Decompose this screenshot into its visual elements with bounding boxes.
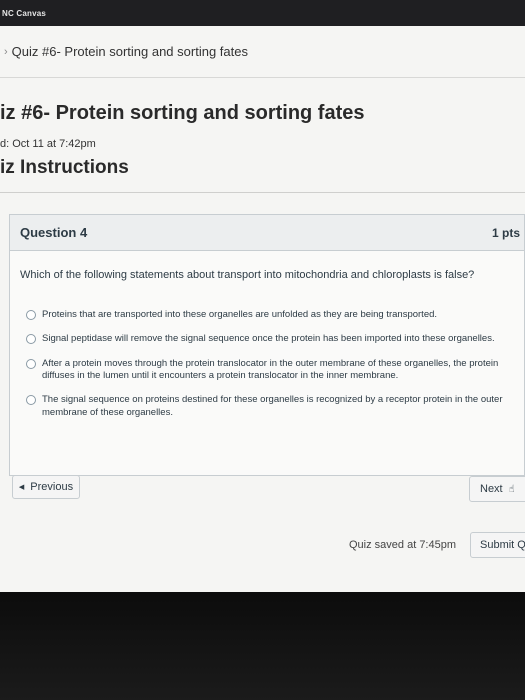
- window-title: NC Canvas: [2, 9, 47, 18]
- radio-button[interactable]: [26, 310, 36, 320]
- submit-quiz-button[interactable]: Submit Q: [470, 532, 525, 558]
- radio-button[interactable]: [26, 334, 36, 345]
- caret-left-icon: ◀: [18, 484, 25, 491]
- hand-cursor-icon: ☝: [508, 483, 515, 495]
- radio-button[interactable]: [26, 358, 36, 369]
- answer-label: Proteins that are transported into these…: [42, 309, 438, 320]
- question-number: Question 4: [20, 225, 88, 240]
- answer-label: Signal peptidase will remove the signal …: [42, 333, 495, 345]
- answer-label: The signal sequence on proteins destined…: [42, 394, 503, 418]
- answer-option[interactable]: Proteins that are transported into these…: [26, 309, 516, 321]
- due-date: d: Oct 11 at 7:42pm: [0, 138, 96, 150]
- previous-button[interactable]: ◀ Previous: [12, 475, 80, 499]
- instructions-heading: iz Instructions: [0, 157, 129, 178]
- answer-option[interactable]: The signal sequence on proteins destined…: [26, 394, 516, 419]
- monitor-bezel: [0, 592, 525, 700]
- quiz-saved-status: Quiz saved at 7:45pm: [349, 539, 457, 551]
- previous-label: Previous: [30, 481, 74, 493]
- next-button[interactable]: Next ☝: [469, 476, 525, 502]
- answer-label: After a protein moves through the protei…: [42, 357, 499, 382]
- question-card: Question 4 1 pts Which of the following …: [9, 214, 525, 476]
- page-title: iz #6- Protein sorting and sorting fates: [0, 102, 365, 124]
- question-points: 1 pts: [491, 225, 520, 240]
- question-header: Question 4 1 pts: [10, 215, 524, 251]
- question-text: Which of the following statements about …: [20, 269, 475, 281]
- answer-option[interactable]: Signal peptidase will remove the signal …: [26, 333, 516, 345]
- window-title-bar: NC Canvas: [0, 0, 525, 26]
- quiz-page: › Quiz #6- Protein sorting and sorting f…: [0, 26, 525, 592]
- answer-list: Proteins that are transported into these…: [26, 309, 516, 431]
- breadcrumb-quiz-link[interactable]: Quiz #6- Protein sorting and sorting fat…: [12, 44, 248, 59]
- chevron-right-icon: ›: [4, 45, 8, 58]
- radio-button[interactable]: [26, 395, 36, 406]
- divider: [0, 192, 525, 193]
- answer-option[interactable]: After a protein moves through the protei…: [26, 358, 516, 383]
- breadcrumb: › Quiz #6- Protein sorting and sorting f…: [0, 26, 525, 78]
- next-label: Next: [480, 483, 503, 495]
